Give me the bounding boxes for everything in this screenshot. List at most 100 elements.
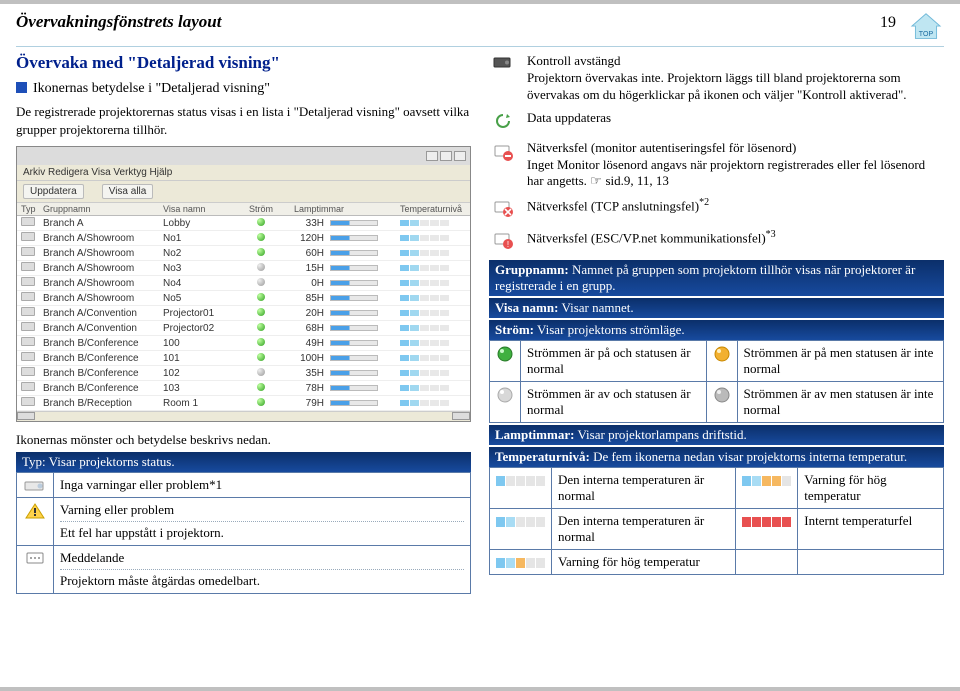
- show-all-button[interactable]: Visa alla: [102, 184, 154, 199]
- lamp-bar-icon: [330, 340, 378, 346]
- temp-bar-icon: [400, 308, 456, 314]
- table-row[interactable]: Branch B/Conference10235H: [17, 366, 470, 381]
- temp-strip: Temperaturnivå: De fem ikonerna nedan vi…: [489, 447, 944, 467]
- projector-icon: [21, 322, 35, 331]
- window-controls[interactable]: [426, 151, 466, 161]
- page-ref-link[interactable]: sid.9, 11, 13: [605, 173, 668, 188]
- power-dot-icon: [257, 248, 265, 256]
- table-row[interactable]: Branch B/ReceptionRoom 179H: [17, 396, 470, 411]
- projector-icon: [21, 337, 35, 346]
- table-row[interactable]: Branch A/ShowroomNo315H: [17, 261, 470, 276]
- power-dot-icon: [257, 293, 265, 301]
- refresh-icon: [493, 112, 513, 134]
- scroll-right-icon[interactable]: [452, 412, 470, 420]
- col-power[interactable]: Ström: [248, 204, 274, 214]
- temp-bar-icon: [400, 368, 456, 374]
- network-escvp-error-icon: !: [492, 230, 514, 254]
- group-strip: Gruppnamn: Namnet på gruppen som projekt…: [489, 260, 944, 296]
- top-icon[interactable]: TOP: [908, 12, 944, 46]
- subsection-heading: Ikonernas betydelse i "Detaljerad visnin…: [16, 81, 471, 97]
- type-icon-table: Inga varningar eller problem*1 Varning e…: [16, 472, 471, 594]
- power-on-abnormal-icon: [713, 351, 731, 366]
- network-auth-error-icon: [492, 142, 514, 166]
- window-title-placeholder: [21, 151, 24, 162]
- lamp-bar-icon: [330, 370, 378, 376]
- lamp-bar-icon: [330, 355, 378, 361]
- table-row[interactable]: Branch A/ShowroomNo585H: [17, 291, 470, 306]
- table-row[interactable]: Branch B/Conference10049H: [17, 336, 470, 351]
- table-row[interactable]: Branch A/ShowroomNo1120H: [17, 231, 470, 246]
- table-row[interactable]: Branch A/ConventionProjector0120H: [17, 306, 470, 321]
- projector-icon: [21, 262, 35, 271]
- projector-icon: [21, 352, 35, 361]
- app-window: Arkiv Redigera Visa Verktyg Hjälp Uppdat…: [16, 146, 471, 422]
- lamp-bar-icon: [330, 235, 378, 241]
- col-temp[interactable]: Temperaturnivå: [400, 204, 466, 214]
- projector-icon: [21, 217, 35, 226]
- temp-bar-icon: [400, 338, 456, 344]
- temp-bar-icon: [400, 263, 456, 269]
- temp-icon-table: Den interna temperaturen är normal Varni…: [489, 467, 944, 575]
- temp-bar-icon: [400, 293, 456, 299]
- power-dot-icon: [257, 383, 265, 391]
- monitor-off-icon: [492, 55, 514, 75]
- temp-level-5-icon: [742, 517, 791, 527]
- table-row[interactable]: Branch B/Conference10378H: [17, 381, 470, 396]
- projector-normal-icon: [23, 479, 47, 493]
- col-lamphours[interactable]: Lamptimmar: [294, 204, 330, 214]
- refresh-button[interactable]: Uppdatera: [23, 184, 84, 199]
- lamp-strip: Lamptimmar: Visar projektorlampans drift…: [489, 425, 944, 445]
- row-text: Inga varningar eller problem*1: [60, 477, 222, 492]
- projector-icon: [21, 292, 35, 301]
- temp-level-2-icon: [496, 517, 545, 527]
- lamp-bar-icon: [330, 280, 378, 286]
- projector-icon: [21, 307, 35, 316]
- temp-bar-icon: [400, 233, 456, 239]
- power-dot-icon: [257, 278, 265, 286]
- temp-level-1-icon: [496, 476, 545, 486]
- lamp-bar-icon: [330, 250, 378, 256]
- temp-level-4-icon: [742, 476, 791, 486]
- status-icon-list: Kontroll avstängdProjektorn övervakas in…: [489, 53, 944, 254]
- power-dot-icon: [257, 218, 265, 226]
- col-visname[interactable]: Visa namn: [163, 204, 248, 214]
- temp-bar-icon: [400, 383, 456, 389]
- power-dot-icon: [257, 323, 265, 331]
- temp-bar-icon: [400, 398, 456, 404]
- power-dot-icon: [257, 263, 265, 271]
- caption-text: Ikonernas mönster och betydelse beskrivs…: [16, 432, 471, 448]
- power-on-normal-icon: [496, 351, 514, 366]
- lamp-bar-icon: [330, 385, 378, 391]
- power-off-normal-icon: [496, 392, 514, 407]
- lamp-bar-icon: [330, 295, 378, 301]
- table-row[interactable]: Branch A/ShowroomNo40H: [17, 276, 470, 291]
- scroll-left-icon[interactable]: [17, 412, 35, 420]
- lamp-bar-icon: [330, 220, 378, 226]
- projector-icon: [21, 382, 35, 391]
- temp-bar-icon: [400, 353, 456, 359]
- lamp-bar-icon: [330, 325, 378, 331]
- lamp-bar-icon: [330, 400, 378, 406]
- intro-text: De registrerade projektorernas status vi…: [16, 103, 471, 138]
- power-dot-icon: [257, 368, 265, 376]
- projector-icon: [21, 397, 35, 406]
- type-strip: Typ: Visar projektorns status.: [16, 452, 471, 472]
- lamp-bar-icon: [330, 310, 378, 316]
- table-row[interactable]: Branch B/Conference101100H: [17, 351, 470, 366]
- power-dot-icon: [257, 233, 265, 241]
- power-off-abnormal-icon: [713, 392, 731, 407]
- message-icon: [25, 551, 45, 567]
- warning-icon: [24, 502, 46, 520]
- col-type[interactable]: Typ: [21, 204, 43, 214]
- name-strip: Visa namn: Visar namnet.: [489, 298, 944, 318]
- temp-bar-icon: [400, 218, 456, 224]
- table-row[interactable]: Branch ALobby33H: [17, 216, 470, 231]
- power-dot-icon: [257, 353, 265, 361]
- power-strip: Ström: Visar projektorns strömläge.: [489, 320, 944, 340]
- col-group[interactable]: Gruppnamn: [43, 204, 163, 214]
- temp-bar-icon: [400, 278, 456, 284]
- table-row[interactable]: Branch A/ShowroomNo260H: [17, 246, 470, 261]
- table-row[interactable]: Branch A/ConventionProjector0268H: [17, 321, 470, 336]
- temp-level-3-icon: [496, 558, 545, 568]
- app-menubar[interactable]: Arkiv Redigera Visa Verktyg Hjälp: [17, 165, 470, 181]
